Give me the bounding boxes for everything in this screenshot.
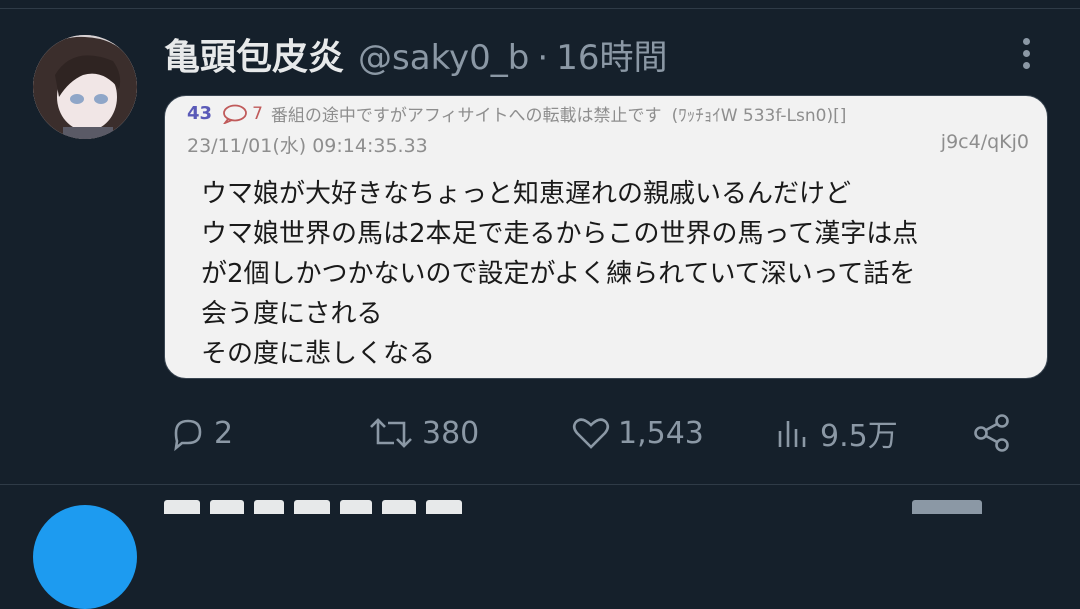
avatar-image (33, 35, 137, 139)
post-body: ウマ娘が大好きなちょっと知恵遅れの親戚いるんだけど ウマ娘世界の馬は2本足で走る… (201, 174, 918, 374)
post-datetime: 23/11/01(水) 09:14:35.33 (187, 135, 428, 157)
poster-name: (ﾜｯﾁｮｲW 533f-Lsn0)[] (671, 106, 847, 126)
next-tweet-avatar[interactable] (33, 505, 137, 609)
tweet-header: 亀頭包皮炎 @saky0_b · 16時間 (164, 28, 667, 78)
share-button[interactable] (970, 405, 1014, 461)
view-count: 9.5万 (820, 419, 898, 454)
analytics-icon (778, 421, 806, 447)
poster-id: j9c4/qKj0 (940, 131, 1029, 153)
avatar[interactable] (33, 35, 137, 139)
thread-subject: 番組の途中ですがアフィサイトへの転載は禁止です (270, 106, 662, 126)
retweet-icon (370, 418, 412, 448)
retweet-count: 380 (422, 415, 480, 451)
post-meta-line: 43 7 番組の途中ですがアフィサイトへの転載は禁止です (ﾜｯﾁｮｲW 533… (187, 101, 846, 126)
share-icon (974, 414, 1009, 452)
next-tweet-time-cut (912, 500, 982, 514)
speech-bubble-icon (223, 104, 247, 124)
like-count: 1,543 (618, 415, 704, 451)
action-bar: 2 380 1,543 9.5万 (0, 405, 1080, 461)
retweet-button[interactable]: 380 (366, 405, 479, 461)
body-line: が2個しかつかないので設定がよく練られていて深いって話を (201, 259, 916, 289)
timestamp[interactable]: 16時間 (556, 30, 667, 79)
display-name[interactable]: 亀頭包皮炎 (164, 28, 344, 80)
user-handle[interactable]: @saky0_b (358, 38, 529, 78)
heart-icon (572, 418, 610, 449)
top-divider (0, 8, 1080, 9)
separator-dot: · (537, 38, 549, 78)
reply-icon (174, 419, 202, 452)
next-tweet-header-cut (164, 500, 472, 514)
body-line: ウマ娘世界の馬は2本足で走るからこの世界の馬って漢字は点 (201, 219, 919, 249)
like-button[interactable]: 1,543 (570, 405, 704, 461)
body-line: ウマ娘が大好きなちょっと知恵遅れの親戚いるんだけど (201, 179, 852, 209)
bottom-divider (0, 484, 1080, 485)
attached-image[interactable]: 43 7 番組の途中ですがアフィサイトへの転載は禁止です (ﾜｯﾁｮｲW 533… (164, 95, 1048, 379)
reply-button[interactable]: 2 (168, 405, 233, 461)
views-button[interactable]: 9.5万 (774, 405, 898, 461)
body-line: 会う度にされる (201, 299, 383, 329)
reply-count: 2 (214, 415, 234, 451)
res-number: 43 (187, 103, 213, 124)
body-line: その度に悲しくなる (201, 339, 436, 369)
reply-count-label: 7 (252, 103, 263, 124)
more-vertical-icon[interactable] (1014, 38, 1038, 74)
